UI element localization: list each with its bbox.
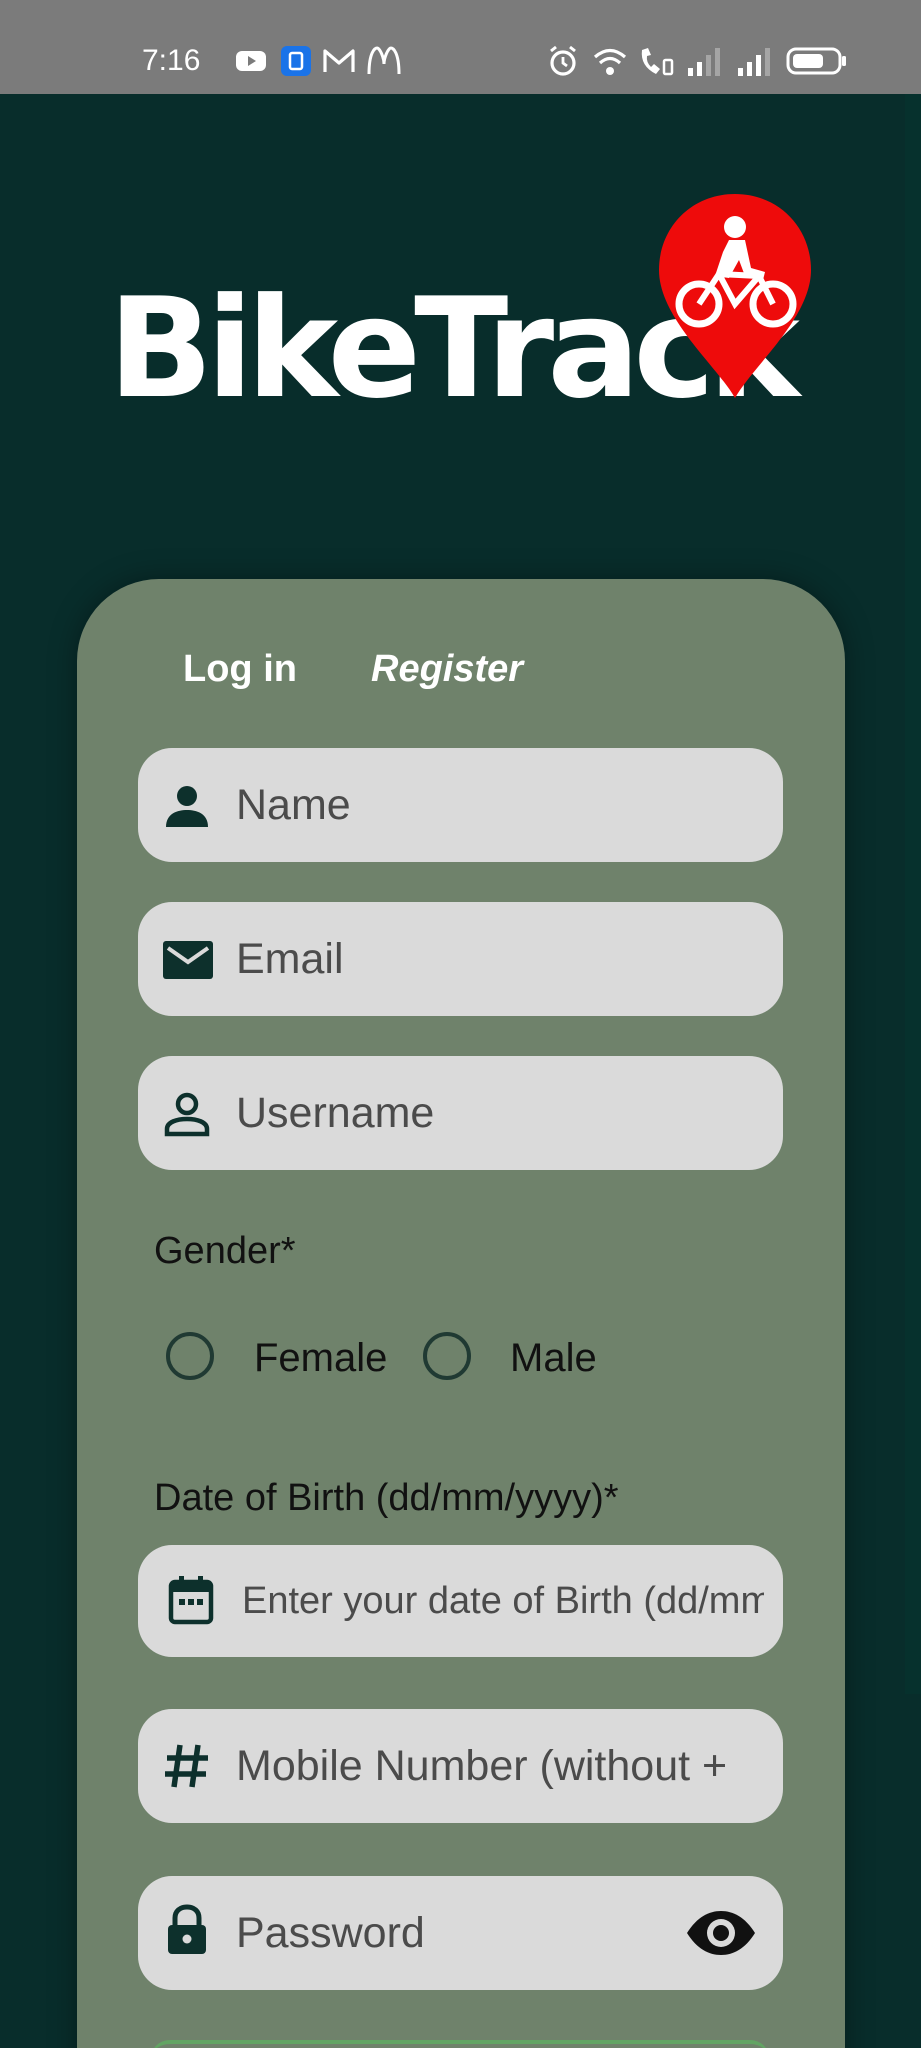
radio-female-label[interactable]: Female	[254, 1336, 387, 1381]
gmail-icon	[323, 49, 355, 72]
tab-register[interactable]: Register	[371, 648, 523, 691]
mobile-input[interactable]: Mobile Number (without +	[236, 1709, 766, 1823]
dob-label: Date of Birth (dd/mm/yyyy)*	[154, 1477, 619, 1519]
email-field[interactable]: Email	[138, 902, 783, 1016]
scrollbar[interactable]	[905, 94, 921, 1694]
tab-login[interactable]: Log in	[183, 648, 297, 691]
status-time: 7:16	[142, 44, 201, 77]
name-input[interactable]: Name	[236, 748, 766, 862]
signal-icon	[738, 48, 770, 76]
radio-male-label[interactable]: Male	[510, 1336, 597, 1381]
alarm-icon	[550, 45, 576, 76]
email-icon	[163, 941, 213, 979]
bike-location-pin-icon	[659, 194, 811, 398]
wifi-call-icon	[641, 48, 674, 76]
username-field[interactable]: Username	[138, 1056, 783, 1170]
wifi-icon	[593, 48, 627, 75]
hash-icon	[165, 1744, 208, 1788]
person-icon	[166, 786, 208, 827]
battery-icon	[786, 47, 846, 75]
password-input[interactable]: Password	[236, 1876, 656, 1990]
mobile-field[interactable]: Mobile Number (without +	[138, 1709, 783, 1823]
mcdonalds-icon	[367, 46, 401, 75]
dob-field[interactable]: Enter your date of Birth (dd/mm/yyyy)	[138, 1545, 783, 1657]
password-field[interactable]: Password	[138, 1876, 783, 1990]
lock-icon	[168, 1904, 206, 1954]
gender-label: Gender*	[154, 1230, 296, 1272]
radio-female[interactable]	[166, 1332, 214, 1380]
username-input[interactable]: Username	[236, 1056, 766, 1170]
signal-icon	[688, 48, 720, 76]
calendar-icon	[168, 1576, 214, 1625]
app-badge-icon	[281, 46, 311, 76]
email-input[interactable]: Email	[236, 902, 766, 1016]
youtube-icon	[236, 51, 266, 71]
radio-male[interactable]	[423, 1332, 471, 1380]
eye-icon[interactable]	[685, 1909, 757, 1957]
person-outline-icon	[164, 1092, 210, 1137]
register-button-edge[interactable]	[150, 2040, 770, 2048]
status-bar: 7:16	[0, 0, 921, 94]
name-field[interactable]: Name	[138, 748, 783, 862]
dob-input[interactable]: Enter your date of Birth (dd/mm/yyyy)	[242, 1545, 764, 1657]
